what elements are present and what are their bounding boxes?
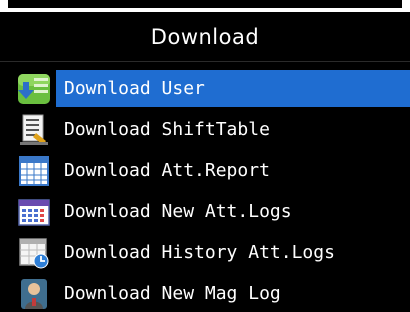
menu-item-label: Download New Att.Logs bbox=[64, 201, 292, 222]
shift-table-icon bbox=[14, 113, 54, 147]
menu-item-label: Download History Att.Logs bbox=[64, 242, 335, 263]
download-menu: Download User Download ShiftTable Downlo… bbox=[0, 68, 410, 312]
menu-item-download-history-att-logs[interactable]: Download History Att.Logs bbox=[0, 232, 410, 273]
title-bar: Download bbox=[0, 12, 410, 61]
top-frame bbox=[0, 0, 410, 12]
menu-item-download-att-report[interactable]: Download Att.Report bbox=[0, 150, 410, 191]
menu-item-download-new-mag-log[interactable]: Download New Mag Log bbox=[0, 273, 410, 312]
menu-item-label: Download New Mag Log bbox=[64, 283, 281, 304]
person-icon bbox=[14, 277, 54, 311]
title-divider bbox=[0, 61, 410, 62]
device-screen: Download Download User Download ShiftTab… bbox=[0, 0, 410, 312]
menu-item-label: Download User bbox=[64, 78, 205, 99]
menu-item-download-user[interactable]: Download User bbox=[0, 68, 410, 109]
menu-item-download-new-att-logs[interactable]: Download New Att.Logs bbox=[0, 191, 410, 232]
menu-item-download-shifttable[interactable]: Download ShiftTable bbox=[0, 109, 410, 150]
page-title: Download bbox=[150, 24, 260, 49]
user-download-icon bbox=[14, 72, 54, 106]
report-grid-icon bbox=[14, 154, 54, 188]
history-calendar-icon bbox=[14, 236, 54, 270]
menu-item-label: Download ShiftTable bbox=[64, 119, 270, 140]
calendar-logs-icon bbox=[14, 195, 54, 229]
menu-item-label: Download Att.Report bbox=[64, 160, 270, 181]
